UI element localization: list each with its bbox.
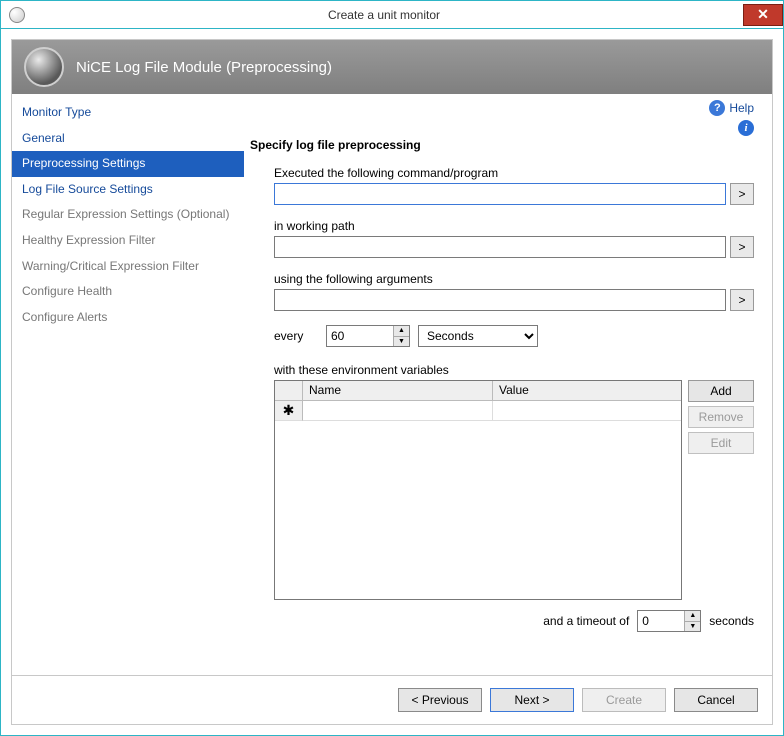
content-panel: ? Help i Specify log file preprocessing … (244, 94, 772, 675)
window-title: Create a unit monitor (25, 8, 743, 22)
wizard-window: Create a unit monitor ✕ NiCE Log File Mo… (0, 0, 784, 736)
grid-newrow-name[interactable] (303, 401, 493, 421)
inner-frame: NiCE Log File Module (Preprocessing) Mon… (11, 39, 773, 725)
sidebar-item-configure-alerts: Configure Alerts (12, 305, 244, 331)
next-button[interactable]: Next > (490, 688, 574, 712)
timeout-spin-down[interactable]: ▼ (685, 622, 700, 632)
grid-col-value[interactable]: Value (493, 381, 681, 401)
sidebar-item-warning-filter: Warning/Critical Expression Filter (12, 254, 244, 280)
grid-newrow-value[interactable] (493, 401, 681, 421)
sidebar-item-monitor-type[interactable]: Monitor Type (12, 100, 244, 126)
cancel-button[interactable]: Cancel (674, 688, 758, 712)
body: Monitor Type General Preprocessing Setti… (12, 94, 772, 675)
previous-button[interactable]: < Previous (398, 688, 482, 712)
sidebar-item-healthy-filter: Healthy Expression Filter (12, 228, 244, 254)
args-input[interactable] (274, 289, 726, 311)
help-icon: ? (709, 100, 725, 116)
sidebar-item-configure-health: Configure Health (12, 279, 244, 305)
timeout-spinner[interactable]: ▲ ▼ (637, 610, 701, 632)
sidebar: Monitor Type General Preprocessing Setti… (12, 94, 244, 675)
env-edit-button: Edit (688, 432, 754, 454)
grid-col-rowheader (275, 381, 303, 401)
help-link[interactable]: Help (729, 101, 754, 115)
command-label: Executed the following command/program (274, 166, 754, 180)
path-browse-button[interactable]: > (730, 236, 754, 258)
timeout-input[interactable] (638, 611, 684, 631)
sidebar-item-logfile-source[interactable]: Log File Source Settings (12, 177, 244, 203)
env-grid[interactable]: Name Value ✱ (274, 380, 682, 600)
close-button[interactable]: ✕ (743, 4, 783, 26)
args-label: using the following arguments (274, 272, 754, 286)
interval-spin-down[interactable]: ▼ (394, 337, 409, 347)
env-remove-button: Remove (688, 406, 754, 428)
env-add-button[interactable]: Add (688, 380, 754, 402)
interval-unit-select[interactable]: Seconds (418, 325, 538, 347)
header-title: NiCE Log File Module (Preprocessing) (76, 59, 332, 76)
interval-label: every (274, 329, 318, 343)
interval-spinner[interactable]: ▲ ▼ (326, 325, 410, 347)
sidebar-item-preprocessing[interactable]: Preprocessing Settings (12, 151, 244, 177)
path-label: in working path (274, 219, 754, 233)
titlebar: Create a unit monitor ✕ (1, 1, 783, 29)
app-icon (9, 7, 25, 23)
header-icon (24, 47, 64, 87)
timeout-prefix: and a timeout of (543, 614, 629, 628)
info-icon[interactable]: i (738, 120, 754, 136)
sidebar-item-general[interactable]: General (12, 126, 244, 152)
grid-body (275, 421, 681, 599)
form-area: Executed the following command/program >… (250, 166, 754, 632)
env-label: with these environment variables (274, 363, 754, 377)
header-band: NiCE Log File Module (Preprocessing) (12, 40, 772, 94)
timeout-suffix: seconds (709, 614, 754, 628)
timeout-spin-up[interactable]: ▲ (685, 611, 700, 622)
grid-newrow-icon: ✱ (275, 401, 303, 421)
grid-col-name[interactable]: Name (303, 381, 493, 401)
command-browse-button[interactable]: > (730, 183, 754, 205)
grid-header: Name Value (275, 381, 681, 401)
args-browse-button[interactable]: > (730, 289, 754, 311)
wizard-footer: < Previous Next > Create Cancel (12, 675, 772, 724)
path-input[interactable] (274, 236, 726, 258)
grid-newrow[interactable]: ✱ (275, 401, 681, 421)
interval-spin-up[interactable]: ▲ (394, 326, 409, 337)
interval-input[interactable] (327, 326, 393, 346)
command-input[interactable] (274, 183, 726, 205)
section-title: Specify log file preprocessing (250, 138, 754, 152)
sidebar-item-regex: Regular Expression Settings (Optional) (12, 202, 244, 228)
create-button: Create (582, 688, 666, 712)
